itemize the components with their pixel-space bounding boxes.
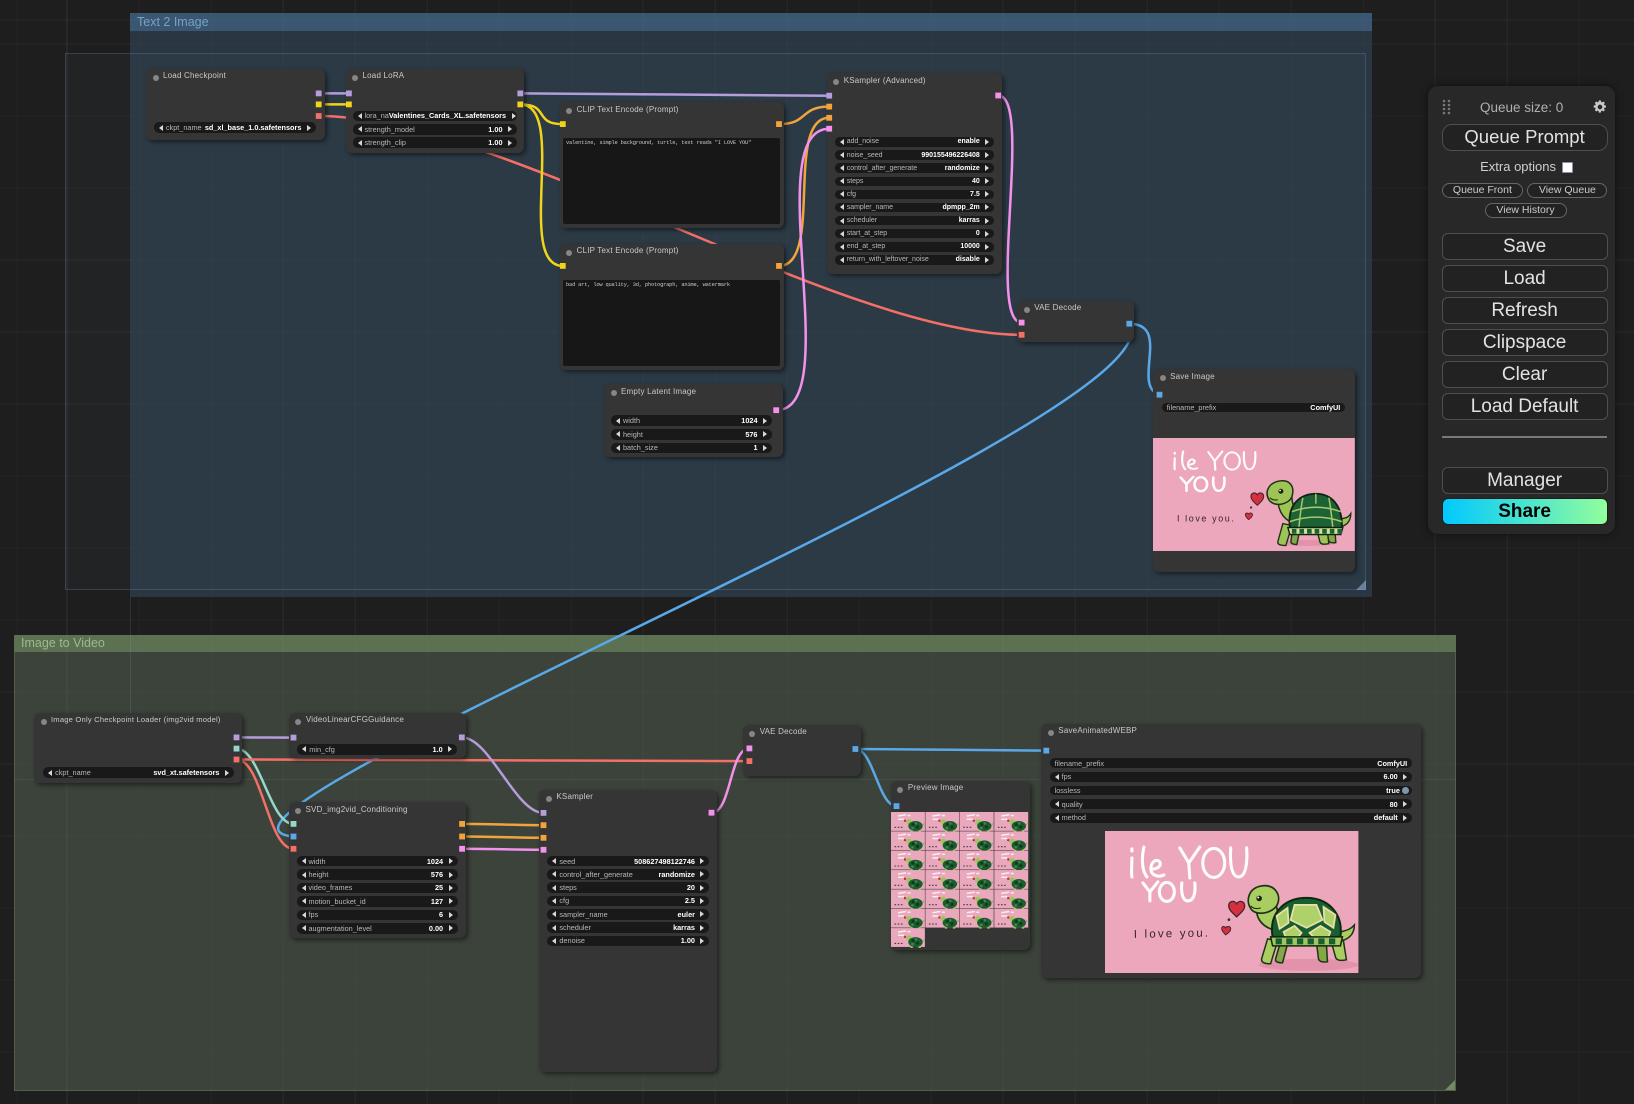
svg-text:I love you.: I love you. (1134, 927, 1211, 940)
svg-text:I love you.: I love you. (1177, 513, 1236, 523)
